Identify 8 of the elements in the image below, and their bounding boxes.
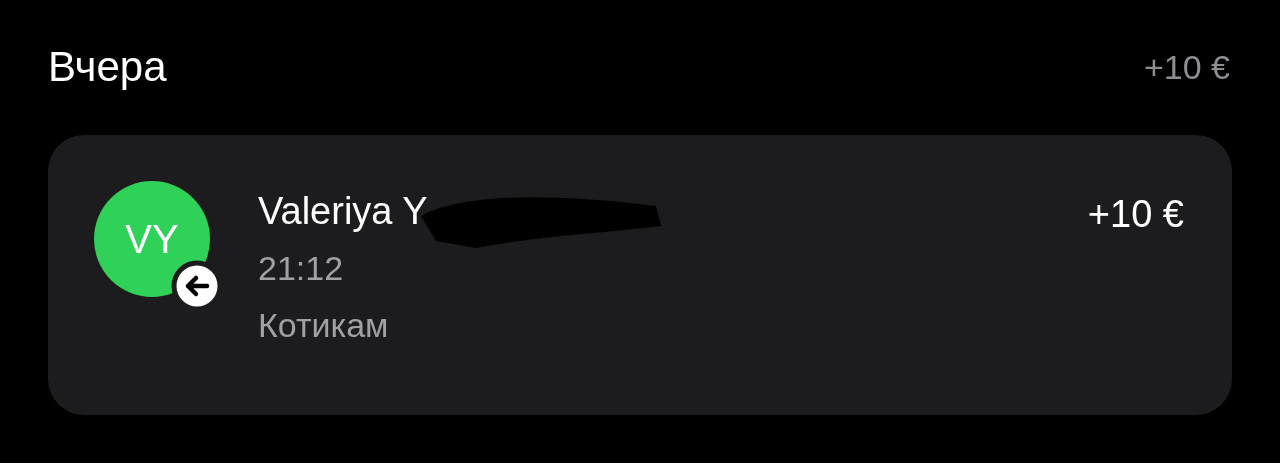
day-total: +10 € bbox=[1143, 47, 1231, 87]
transaction-card[interactable]: VY Valeriya Y 21:12 Котикам +10 € bbox=[48, 135, 1232, 415]
transaction-amount: +10 € bbox=[1087, 193, 1184, 236]
transaction-time: 21:12 bbox=[258, 249, 345, 288]
day-title: Вчера bbox=[48, 43, 167, 91]
sender-name: Valeriya Y bbox=[258, 189, 428, 233]
avatar: VY bbox=[94, 181, 210, 297]
transaction-comment: Котикам bbox=[258, 306, 390, 345]
